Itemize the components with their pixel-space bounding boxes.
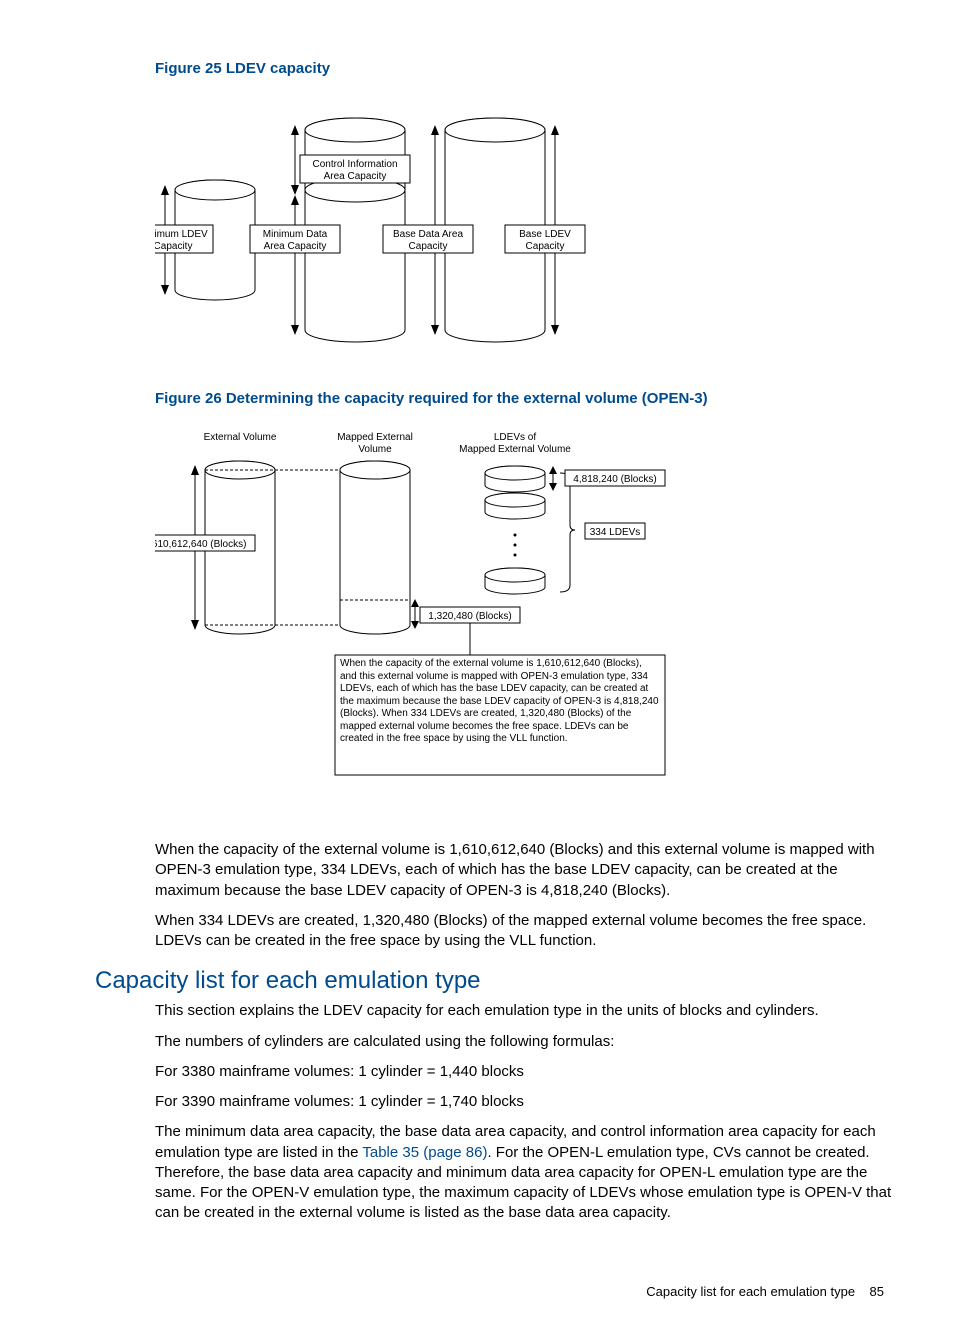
figure-25-diagram: Control Information Area Capacity Minimu… xyxy=(155,95,894,360)
ldev-count-label: 334 LDEVs xyxy=(590,527,641,538)
figure-26-title: Figure 26 Determining the capacity requi… xyxy=(155,390,894,407)
figure-26-note: When the capacity of the external volume… xyxy=(340,658,660,746)
ext-vol-label: External Volume xyxy=(204,432,277,443)
section-heading: Capacity list for each emulation type xyxy=(95,967,894,995)
section-p3: For 3380 mainframe volumes: 1 cylinder =… xyxy=(155,1062,894,1082)
section-p5: The minimum data area capacity, the base… xyxy=(155,1122,894,1223)
svg-text:Capacity: Capacity xyxy=(155,241,192,252)
free-blocks-label: 1,320,480 (Blocks) xyxy=(428,611,511,622)
svg-text:Area Capacity: Area Capacity xyxy=(324,171,387,182)
document-page: Figure 25 LDEV capacity xyxy=(0,0,954,1339)
body-p1: When the capacity of the external volume… xyxy=(155,840,894,901)
section-p4: For 3390 mainframe volumes: 1 cylinder =… xyxy=(155,1092,894,1112)
svg-text:Capacity: Capacity xyxy=(526,241,565,252)
footer-page-number: 85 xyxy=(870,1284,884,1299)
base-ldev-blocks-label: 4,818,240 (Blocks) xyxy=(573,474,656,485)
svg-text:Base LDEV: Base LDEV xyxy=(519,229,571,240)
svg-text:Mapped External: Mapped External xyxy=(337,432,413,443)
body-paragraphs: When the capacity of the external volume… xyxy=(155,840,894,951)
table-35-link[interactable]: Table 35 (page 86) xyxy=(362,1144,487,1161)
figure-26-svg: External Volume Mapped External Volume L… xyxy=(155,425,675,805)
svg-text:LDEVs of: LDEVs of xyxy=(494,432,536,443)
svg-text:Volume: Volume xyxy=(358,444,392,455)
svg-text:Minimum LDEV: Minimum LDEV xyxy=(155,229,208,240)
section-p1: This section explains the LDEV capacity … xyxy=(155,1001,894,1021)
svg-text:Base Data Area: Base Data Area xyxy=(393,229,463,240)
svg-text:Mapped External Volume: Mapped External Volume xyxy=(459,444,571,455)
svg-text:Minimum Data: Minimum Data xyxy=(263,229,328,240)
page-footer: Capacity list for each emulation type 85 xyxy=(95,1284,894,1299)
svg-text:Control Information: Control Information xyxy=(312,159,397,170)
svg-text:Capacity: Capacity xyxy=(409,241,448,252)
section-body: This section explains the LDEV capacity … xyxy=(155,1001,894,1223)
body-p2: When 334 LDEVs are created, 1,320,480 (B… xyxy=(155,911,894,952)
blocks-total-label: 1,610,612,640 (Blocks) xyxy=(155,539,246,550)
svg-text:Area Capacity: Area Capacity xyxy=(264,241,327,252)
footer-text: Capacity list for each emulation type xyxy=(646,1284,855,1299)
figure-26-block: Figure 26 Determining the capacity requi… xyxy=(155,390,894,810)
figure-25-block: Figure 25 LDEV capacity xyxy=(155,60,894,360)
figure-25-title: Figure 25 LDEV capacity xyxy=(155,60,894,77)
figure-26-diagram: External Volume Mapped External Volume L… xyxy=(155,425,894,810)
section-p2: The numbers of cylinders are calculated … xyxy=(155,1032,894,1052)
figure-25-svg: Control Information Area Capacity Minimu… xyxy=(155,95,615,355)
